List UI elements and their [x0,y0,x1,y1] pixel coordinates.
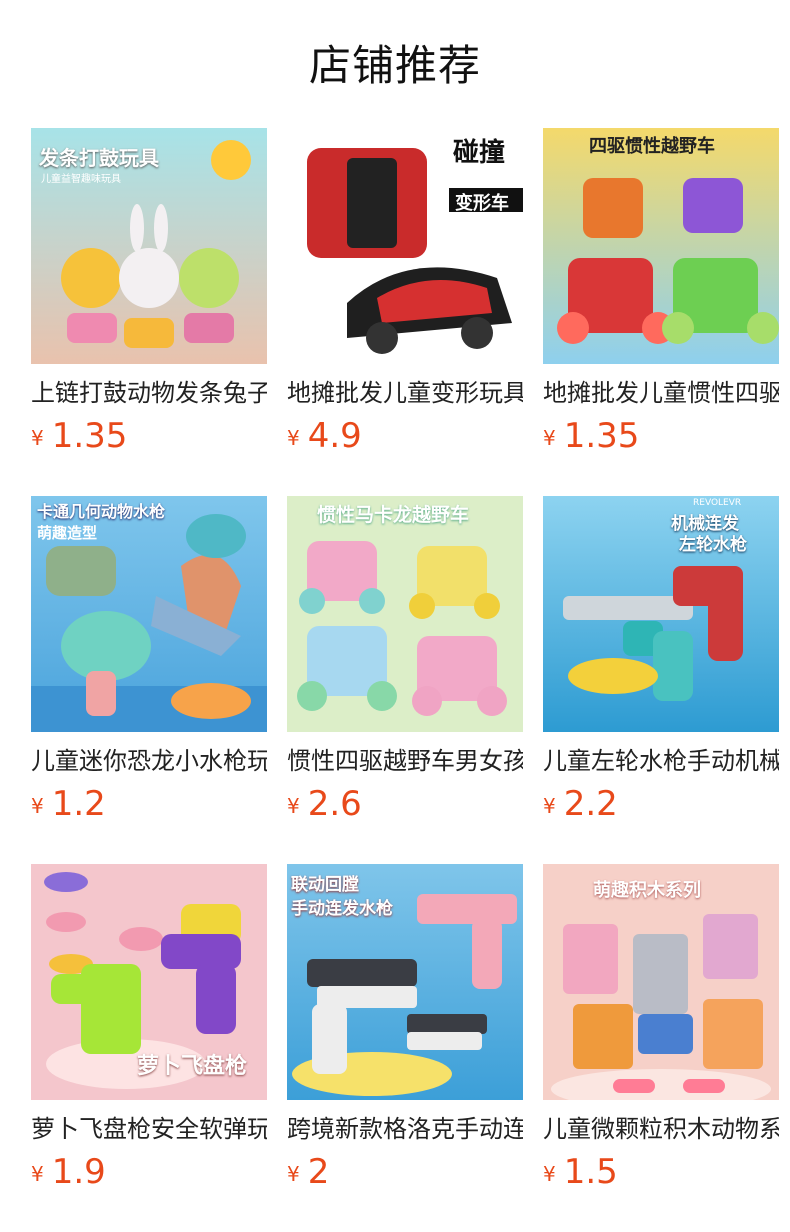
product-card[interactable]: 碰撞 变形车 地摊批发儿童变形玩具 ¥4.9 [287,128,523,458]
currency-symbol: ¥ [543,1162,556,1186]
product-name[interactable]: 地摊批发儿童变形玩具 [287,376,523,410]
product-image[interactable]: 碰撞 变形车 [287,128,523,364]
product-image[interactable]: 发条打鼓玩具 儿童益智趣味玩具 [31,128,267,364]
currency-symbol: ¥ [543,794,556,818]
product-name[interactable]: 惯性四驱越野车男女孩 [287,744,523,778]
image-headline: 四驱惯性越野车 [589,136,715,157]
product-price: ¥2.2 [543,782,779,826]
product-card[interactable]: 发条打鼓玩具 儿童益智趣味玩具 上链打鼓动物发条兔子 ¥1.35 [31,128,267,458]
currency-symbol: ¥ [287,1162,300,1186]
product-price: ¥4.9 [287,414,523,458]
product-image[interactable]: 惯性马卡龙越野车 [287,496,523,732]
currency-symbol: ¥ [31,1162,44,1186]
product-price: ¥1.5 [543,1150,779,1194]
product-card[interactable]: 萌趣积木系列 儿童微颗粒积木动物系列 ¥1.5 [543,864,779,1194]
product-image[interactable]: 四驱惯性越野车 [543,128,779,364]
image-subheadline: 萌趣造型 [37,524,98,542]
product-price: ¥2 [287,1150,523,1194]
price-value: 2.6 [307,784,362,824]
currency-symbol: ¥ [543,426,556,450]
image-subheadline: 手动连发水枪 [291,899,393,919]
image-headline: 萝卜飞盘枪 [137,1054,248,1079]
price-value: 1.2 [51,784,106,824]
product-price: ¥1.9 [31,1150,267,1194]
currency-symbol: ¥ [287,794,300,818]
price-value: 2.2 [563,784,618,824]
product-image[interactable]: 卡通几何动物水枪 萌趣造型 [31,496,267,732]
currency-symbol: ¥ [31,426,44,450]
product-name[interactable]: 儿童左轮水枪手动机械 [543,744,779,778]
price-value: 1.35 [51,416,128,456]
image-brand: REVOLEVR [693,498,742,508]
image-headline: 卡通几何动物水枪 [37,502,166,521]
product-price: ¥1.35 [543,414,779,458]
product-card[interactable]: 萝卜飞盘枪 萝卜飞盘枪安全软弹玩具 ¥1.9 [31,864,267,1194]
product-image[interactable]: 萝卜飞盘枪 [31,864,267,1100]
image-headline: 联动回膛 [291,875,359,895]
image-subheadline: 左轮水枪 [679,535,747,555]
image-headline: 萌趣积木系列 [593,880,701,901]
image-headline: 发条打鼓玩具 [39,146,159,170]
currency-symbol: ¥ [31,794,44,818]
price-value: 4.9 [307,416,362,456]
product-name[interactable]: 儿童迷你恐龙小水枪玩具 [31,744,267,778]
product-price: ¥1.2 [31,782,267,826]
product-card[interactable]: REVOLEVR 机械连发 左轮水枪 儿童左轮水枪手动机械 ¥2.2 [543,496,779,826]
product-card[interactable]: 联动回膛 手动连发水枪 跨境新款格洛克手动连发 ¥2 [287,864,523,1194]
price-value: 1.5 [563,1152,618,1192]
image-subheadline: 变形车 [455,193,509,214]
product-card[interactable]: 四驱惯性越野车 地摊批发儿童惯性四驱 ¥1.35 [543,128,779,458]
product-image[interactable]: REVOLEVR 机械连发 左轮水枪 [543,496,779,732]
product-name[interactable]: 萝卜飞盘枪安全软弹玩具 [31,1112,267,1146]
product-card[interactable]: 卡通几何动物水枪 萌趣造型 儿童迷你恐龙小水枪玩具 ¥1.2 [31,496,267,826]
price-value: 2 [307,1152,330,1192]
price-value: 1.35 [563,416,640,456]
product-name[interactable]: 上链打鼓动物发条兔子 [31,376,267,410]
product-name[interactable]: 地摊批发儿童惯性四驱 [543,376,779,410]
image-headline: 惯性马卡龙越野车 [317,504,470,526]
image-headline: 碰撞 [453,138,506,168]
product-card[interactable]: 惯性马卡龙越野车 惯性四驱越野车男女孩 ¥2.6 [287,496,523,826]
product-price: ¥1.35 [31,414,267,458]
product-image[interactable]: 联动回膛 手动连发水枪 [287,864,523,1100]
section-title: 店铺推荐 [308,41,481,90]
currency-symbol: ¥ [287,426,300,450]
product-image[interactable]: 萌趣积木系列 [543,864,779,1100]
store-recommendation-page: 店铺推荐 发条打鼓玩具 儿童益智趣味玩具 上链打鼓动物发条兔子 ¥ 1.35 碰… [0,0,790,1232]
price-value: 1.9 [51,1152,106,1192]
product-name[interactable]: 儿童微颗粒积木动物系列 [543,1112,779,1146]
product-name[interactable]: 跨境新款格洛克手动连发 [287,1112,523,1146]
image-subheadline: 儿童益智趣味玩具 [41,174,121,185]
product-price: ¥2.6 [287,782,523,826]
